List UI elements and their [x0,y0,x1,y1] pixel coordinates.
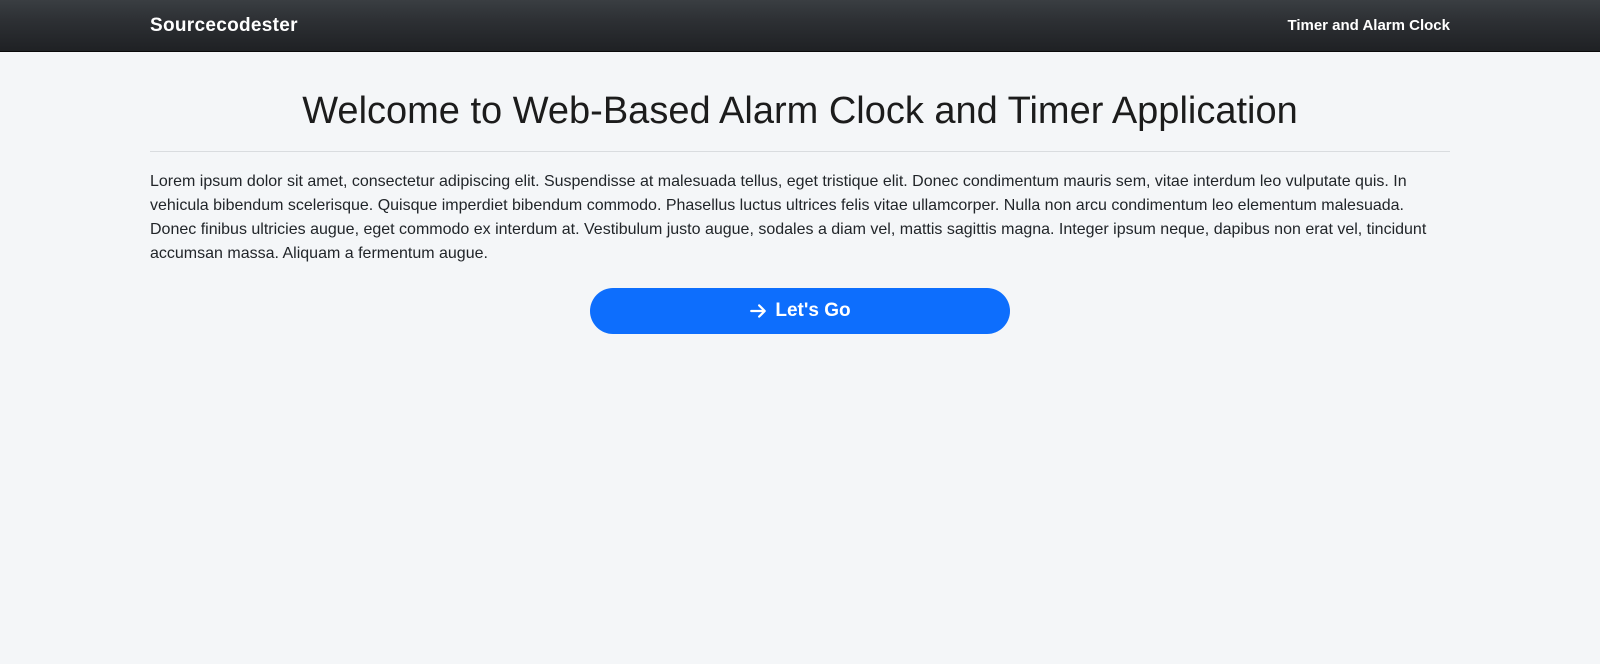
nav-link-timer-alarm[interactable]: Timer and Alarm Clock [1287,17,1450,34]
arrow-right-icon [749,302,767,320]
page-title: Welcome to Web-Based Alarm Clock and Tim… [150,90,1450,133]
intro-paragraph: Lorem ipsum dolor sit amet, consectetur … [150,170,1450,266]
lets-go-button[interactable]: Let's Go [590,288,1010,334]
brand-link[interactable]: Sourcecodester [150,15,298,37]
navbar: Sourcecodester Timer and Alarm Clock [0,0,1600,52]
main-container: Welcome to Web-Based Alarm Clock and Tim… [150,52,1450,334]
separator [150,151,1450,152]
lets-go-label: Let's Go [775,300,850,322]
cta-row: Let's Go [150,288,1450,334]
